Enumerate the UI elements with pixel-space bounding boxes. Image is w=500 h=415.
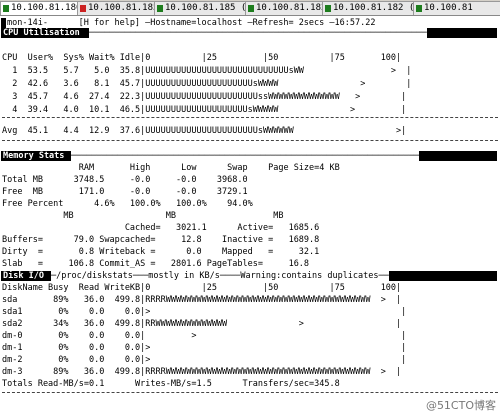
session-tab-bar: 10.100.81.186 10.100.81.185 10.100.81.18… bbox=[0, 0, 500, 16]
tab-label: 10.100.81 bbox=[424, 3, 473, 13]
nmon-header: mon-14i- [H for help] —Hostname=localhos… bbox=[7, 18, 376, 28]
tab-status-icon bbox=[80, 5, 86, 12]
disk-section-rule: ─/proc/diskstats───mostly in KB/s────War… bbox=[51, 271, 389, 281]
cpu-column-header: CPU User% Sys% Wait% Idle|0 |25 |50 |75 … bbox=[2, 53, 402, 63]
disk-row: sda2 34% 36.0 499.8|RRWWWWWWWWWWWWWW > | bbox=[2, 319, 402, 329]
session-tab-1[interactable]: 10.100.81.186 bbox=[0, 1, 88, 15]
disk-row: sda 89% 36.0 499.8|RRRRWWWWWWWWWWWWWWWWW… bbox=[2, 295, 402, 305]
session-tab-6[interactable]: 10.100.81 bbox=[413, 1, 500, 15]
cpu-section-title: CPU Utilisation bbox=[3, 28, 80, 38]
memory-section-title: Memory Stats bbox=[3, 151, 65, 161]
cpu-section-bar: CPU Utilisation ────────────────────────… bbox=[1, 28, 497, 38]
memory-line: MB MB MB bbox=[2, 211, 284, 221]
disk-row: dm-2 0% 0.0 0.0|> | bbox=[2, 355, 407, 365]
disk-row: dm-0 0% 0.0 0.0| > | bbox=[2, 331, 407, 341]
session-tab-5[interactable]: 10.100.81.182 (1) bbox=[322, 1, 424, 15]
cpu-row: 3 45.7 4.6 27.4 22.3|UUUUUUUUUUUUUUUUUUU… bbox=[2, 92, 407, 102]
terminal-area[interactable]: mon-14i- [H for help] —Hostname=localhos… bbox=[0, 16, 500, 415]
cpu-row: 2 42.6 3.6 8.1 45.7|UUUUUUUUUUUUUUUUUUUU… bbox=[2, 79, 412, 89]
memory-section-rule: ────────────────────────────────────────… bbox=[71, 151, 419, 161]
memory-line: Free Percent 4.6% 100.0% 100.0% 94.0% bbox=[2, 199, 253, 209]
memory-line: Free MB 171.0 -0.0 -0.0 3729.1 bbox=[2, 187, 248, 197]
memory-line: Slab = 106.8 Commit_AS = 2801.6 PageTabl… bbox=[2, 259, 310, 269]
disk-divider bbox=[2, 392, 498, 394]
disk-row: dm-1 0% 0.0 0.0|> | bbox=[2, 343, 407, 353]
tab-status-icon bbox=[3, 5, 9, 12]
tab-label: 10.100.81.182 (1) bbox=[333, 3, 424, 13]
memory-section-bar: Memory Stats ───────────────────────────… bbox=[1, 151, 497, 161]
tab-status-icon bbox=[416, 5, 422, 12]
disk-totals: Totals Read-MB/s=0.1 Writes-MB/s=1.5 Tra… bbox=[2, 379, 340, 389]
tab-status-icon bbox=[325, 5, 331, 12]
memory-line: Dirty = 0.8 Writeback = 0.0 Mapped = 32.… bbox=[2, 247, 320, 257]
cpu-row: 4 39.4 4.0 10.1 46.5|UUUUUUUUUUUUUUUUUUU… bbox=[2, 105, 407, 115]
cpu-avg-row: Avg 45.1 4.4 12.9 37.6|UUUUUUUUUUUUUUUUU… bbox=[2, 126, 407, 136]
terminal-cursor bbox=[1, 18, 6, 28]
tab-status-icon bbox=[248, 5, 254, 12]
tab-label: 10.100.81.185 bbox=[88, 3, 159, 13]
tab-label: 10.100.81.182 bbox=[256, 3, 327, 13]
tab-label: 10.100.81.185 (1) bbox=[165, 3, 256, 13]
session-tab-3[interactable]: 10.100.81.185 (1) bbox=[154, 1, 256, 15]
session-tab-2[interactable]: 10.100.81.185 bbox=[77, 1, 165, 15]
memory-line: Buffers= 79.0 Swapcached= 12.8 Inactive … bbox=[2, 235, 320, 245]
cpu-section-rule: ────────────────────────────────────────… bbox=[89, 28, 427, 38]
memory-line: Total MB 3748.5 -0.0 -0.0 3968.0 bbox=[2, 175, 248, 185]
disk-section-bar: Disk I/O ─/proc/diskstats───mostly in KB… bbox=[1, 271, 497, 281]
disk-row: dm-3 89% 36.0 499.8|RRRRWWWWWWWWWWWWWWWW… bbox=[2, 367, 402, 377]
tab-label: 10.100.81.186 bbox=[11, 3, 82, 13]
watermark: @51CTO博客 bbox=[425, 399, 496, 412]
cpu-row: 1 53.5 5.7 5.0 35.8|UUUUUUUUUUUUUUUUUUUU… bbox=[2, 66, 412, 76]
cpu-divider bbox=[2, 117, 498, 119]
disk-column-header: DiskName Busy Read WriteKB|0 |25 |50 |75… bbox=[2, 283, 402, 293]
disk-section-title: Disk I/O bbox=[3, 271, 44, 281]
memory-line: RAM High Low Swap Page Size=4 KB bbox=[2, 163, 340, 173]
memory-line: Cached= 3021.1 Active= 1685.6 bbox=[2, 223, 320, 233]
tab-status-icon bbox=[157, 5, 163, 12]
session-tab-4[interactable]: 10.100.81.182 bbox=[245, 1, 333, 15]
disk-row: sda1 0% 0.0 0.0|> | bbox=[2, 307, 407, 317]
cpu-divider bbox=[2, 140, 498, 142]
